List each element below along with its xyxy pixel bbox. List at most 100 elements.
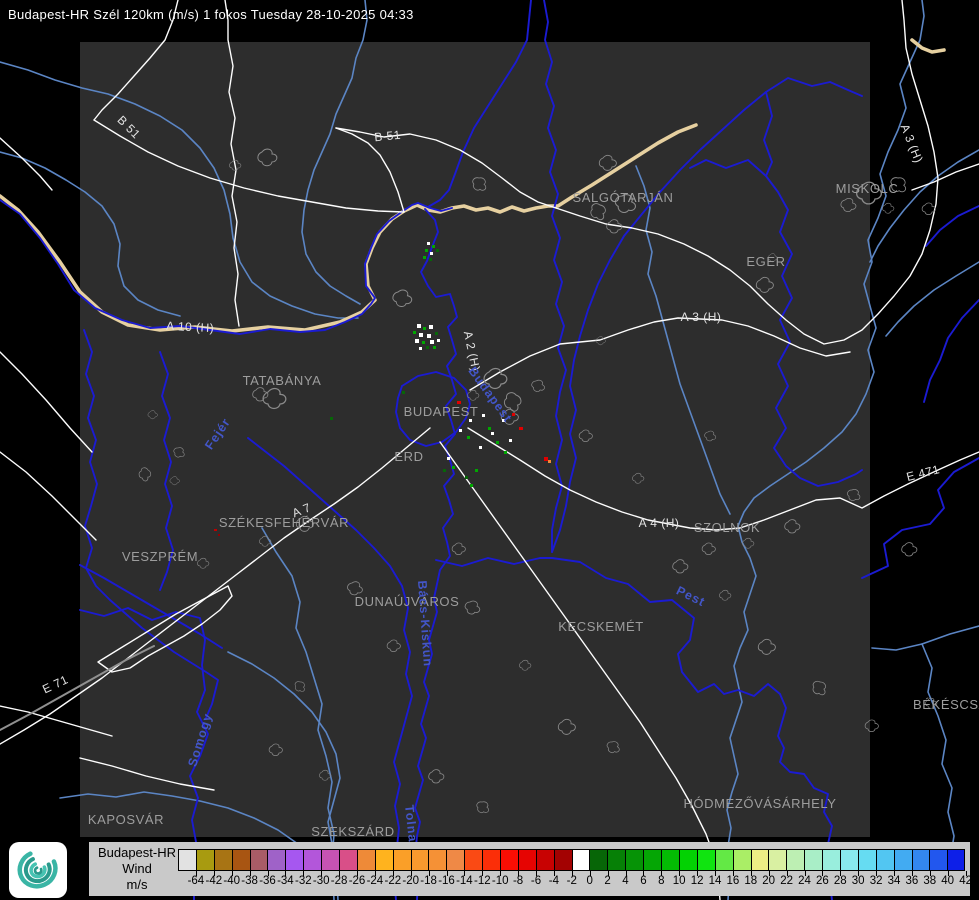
- color-cell: [839, 849, 858, 871]
- tick-label: 32: [869, 875, 883, 887]
- color-cell: [339, 849, 357, 871]
- legend-parameter: Wind: [122, 860, 152, 876]
- tick-label: 24: [798, 875, 811, 887]
- map-title: Budapest-HR Szél 120km (m/s) 1 fokos Tue…: [8, 7, 414, 22]
- tick-label: 36: [905, 875, 919, 887]
- tick-label: 6: [640, 875, 647, 887]
- color-cell: [374, 849, 393, 871]
- city-label-szolnok: SZOLNOK: [694, 520, 760, 535]
- city-label-hodmezovasarhely: HÓDMEZŐVÁSÁRHELY: [683, 796, 836, 811]
- tick-label: 34: [887, 875, 901, 887]
- color-cell: [804, 849, 823, 871]
- color-cell: [822, 849, 840, 871]
- color-cell: [482, 849, 501, 871]
- city-label-veszprem: VESZPRÉM: [122, 549, 198, 564]
- road-label-a3h: A 3 (H): [681, 310, 722, 324]
- city-label-tatabanya: TATABÁNYA: [243, 373, 322, 388]
- color-cell: [661, 849, 679, 871]
- tick-label: 26: [815, 875, 829, 887]
- color-cell: [643, 849, 662, 871]
- tick-label: 16: [726, 875, 740, 887]
- city-label-bekescsaba: BÉKÉSCSABA: [913, 697, 979, 712]
- tick-label: 4: [622, 875, 629, 887]
- tick-label: 18: [744, 875, 758, 887]
- color-cell: [535, 849, 554, 871]
- tick-label: 0: [586, 875, 593, 887]
- tick-label: -16: [438, 875, 455, 887]
- tick-label: 38: [923, 875, 937, 887]
- color-cell: [446, 849, 465, 871]
- color-cell: [392, 849, 411, 871]
- color-cell: [178, 849, 196, 871]
- color-cell: [786, 849, 805, 871]
- color-cell: [911, 849, 930, 871]
- color-cell: [410, 849, 429, 871]
- color-cell: [517, 849, 536, 871]
- color-cell: [553, 849, 572, 871]
- color-scale-legend: Budapest-HR Wind m/s -64 -42 -40 -38 -36 -34-…: [89, 842, 972, 896]
- legend-unit: m/s: [126, 876, 148, 892]
- color-cell: [732, 849, 751, 871]
- color-cell: [750, 849, 769, 871]
- color-cell: [714, 849, 733, 871]
- tick-label: -12: [473, 875, 491, 887]
- road-label-e471: E 471: [905, 462, 941, 484]
- color-cell: [321, 849, 340, 871]
- tick-label: -10: [491, 875, 509, 887]
- color-cell: [356, 849, 375, 871]
- tick-label: 8: [658, 875, 665, 887]
- color-cell: [249, 849, 268, 871]
- color-cell: [678, 849, 697, 871]
- tick-label: -38: [241, 875, 258, 887]
- city-label-szekesfehervar: SZÉKESFEHÉRVÁR: [219, 515, 349, 530]
- tick-label: 28: [833, 875, 847, 887]
- tick-label: -40: [223, 875, 240, 887]
- tick-label: 20: [762, 875, 776, 887]
- tick-label: -18: [420, 875, 437, 887]
- color-cell: [213, 849, 232, 871]
- city-label-kecskemet: KECSKEMÉT: [558, 619, 644, 634]
- tick-label: -64: [187, 875, 205, 887]
- road-label-a3h-ne: A 3 (H): [898, 122, 926, 165]
- color-cell: [303, 849, 322, 871]
- radar-screen: TATABÁNYA BUDAPEST ERD SZÉKESFEHÉRVÁR VE…: [0, 0, 979, 900]
- color-cell: [571, 849, 590, 871]
- color-cell: [285, 849, 304, 871]
- color-cell: [768, 849, 787, 871]
- tick-label: -20: [402, 875, 419, 887]
- tick-label: -32: [294, 875, 312, 887]
- color-cell: [464, 849, 483, 871]
- tick-label: -36: [259, 875, 276, 887]
- color-cell: [929, 849, 948, 871]
- city-label-erd: ERD: [394, 449, 423, 464]
- tick-label: -8: [512, 875, 524, 887]
- city-label-salgotarjan: SALGÓTARJÁN: [573, 190, 674, 205]
- road-label-a10h: A 10 (H): [166, 319, 215, 335]
- tick-label: -28: [330, 875, 348, 887]
- city-label-kaposvar: KAPOSVÁR: [88, 812, 164, 827]
- radar-coverage-area: [80, 42, 870, 837]
- tick-label: -2: [566, 875, 577, 887]
- color-cell: [893, 849, 912, 871]
- color-cell: [607, 849, 626, 871]
- color-cell: [947, 849, 966, 871]
- road-label-a4h: A 4 (H): [639, 516, 680, 530]
- road-label-b51-n: B 51: [374, 128, 402, 145]
- color-cell: [500, 849, 518, 871]
- wind-radar-map: TATABÁNYA BUDAPEST ERD SZÉKESFEHÉRVÁR VE…: [0, 0, 979, 900]
- tick-label: -30: [312, 875, 330, 887]
- color-scale-cells: [178, 849, 966, 871]
- color-cell: [267, 849, 286, 871]
- color-cell: [857, 849, 876, 871]
- color-cell: [428, 849, 447, 871]
- tick-label: -42: [205, 875, 223, 887]
- tick-label: 2: [604, 875, 611, 887]
- tick-label: -14: [456, 875, 473, 887]
- city-label-budapest: BUDAPEST: [404, 404, 479, 419]
- tick-label: 42: [959, 875, 972, 887]
- city-label-miskolc: MISKOLC: [836, 181, 899, 196]
- tick-label: -34: [277, 875, 294, 887]
- color-cell: [231, 849, 250, 871]
- county-label-tolna: Tolna: [402, 804, 420, 843]
- tick-label: 30: [851, 875, 865, 887]
